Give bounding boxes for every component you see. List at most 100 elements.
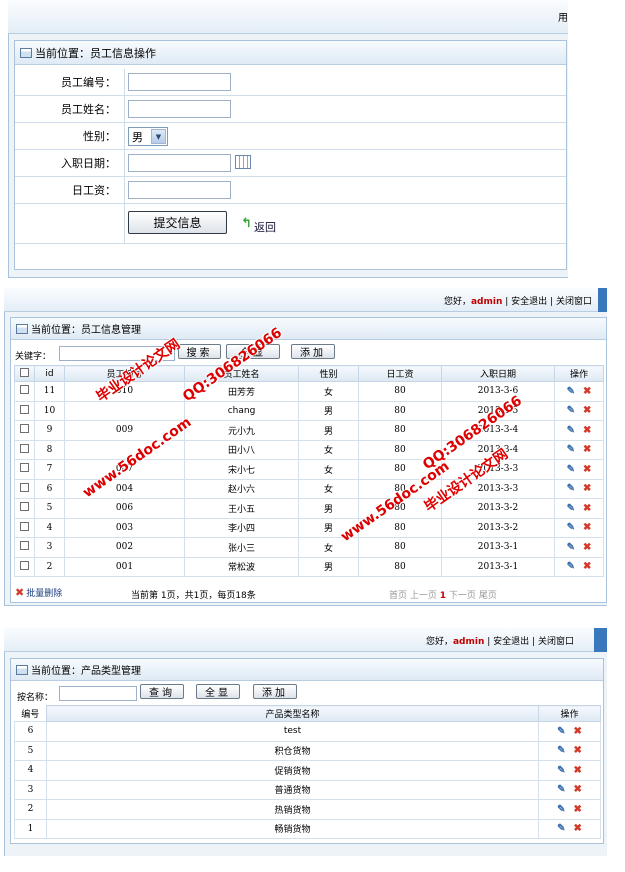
cell-date: 2013-3-1 <box>441 537 555 558</box>
close-window-link[interactable]: 关闭窗口 <box>556 297 592 307</box>
edit-icon[interactable]: ✎ <box>557 784 565 795</box>
cell-wage: 80 <box>358 537 442 558</box>
section1-top-label: 用 <box>558 13 568 24</box>
logout-link[interactable]: 安全退出 <box>511 297 547 307</box>
row-checkbox[interactable] <box>20 424 29 434</box>
edit-icon[interactable]: ✎ <box>567 464 575 475</box>
submit-button[interactable]: 提交信息 <box>128 211 227 234</box>
back-link[interactable]: 返回 <box>254 219 276 235</box>
top-links: 您好，admin | 安全退出 | 关闭窗口 <box>426 634 574 647</box>
cell-wage: 80 <box>358 556 442 577</box>
edit-icon[interactable]: ✎ <box>567 425 575 436</box>
edit-icon[interactable]: ✎ <box>567 503 575 514</box>
delete-icon[interactable]: ✖ <box>574 726 582 737</box>
edit-icon[interactable]: ✎ <box>557 765 565 776</box>
edit-icon[interactable]: ✎ <box>567 522 575 533</box>
delete-icon[interactable]: ✖ <box>583 464 591 475</box>
delete-icon[interactable]: ✖ <box>583 542 591 553</box>
row-select-cell <box>14 439 35 460</box>
row-checkbox[interactable] <box>20 482 29 492</box>
cell-actions: ✎ ✖ <box>538 799 601 820</box>
show-all-button[interactable]: 全显 <box>196 684 240 699</box>
edit-icon[interactable]: ✎ <box>557 745 565 756</box>
section1-title-bar: 当前位置：员工信息操作 <box>15 41 566 65</box>
delete-icon[interactable]: ✖ <box>574 765 582 776</box>
delete-icon[interactable]: ✖ <box>574 804 582 815</box>
cell-actions: ✎ ✖ <box>554 498 604 519</box>
cell-type-name: 畅销货物 <box>46 818 539 839</box>
add-button[interactable]: 添加 <box>291 344 335 359</box>
cell-emp-no: 003 <box>64 517 185 538</box>
sex-select[interactable]: 男 ▼ <box>128 127 168 146</box>
col-type-name: 产品类型名称 <box>46 705 539 722</box>
edit-icon[interactable]: ✎ <box>567 561 575 572</box>
edit-icon[interactable]: ✎ <box>557 726 565 737</box>
pager-next[interactable]: 下一页 <box>449 591 476 601</box>
cell-emp-name: 王小五 <box>184 498 299 519</box>
edit-icon[interactable]: ✎ <box>557 823 565 834</box>
delete-icon[interactable]: ✖ <box>574 823 582 834</box>
back-arrow-icon[interactable]: ↰ <box>241 216 252 231</box>
add-button[interactable]: 添加 <box>253 684 297 699</box>
cell-actions: ✎ ✖ <box>554 478 604 499</box>
col-actions: 操作 <box>554 365 604 382</box>
cell-wage: 80 <box>358 420 442 441</box>
col-date: 入职日期 <box>441 365 555 382</box>
row-checkbox[interactable] <box>20 541 29 551</box>
delete-icon[interactable]: ✖ <box>583 425 591 436</box>
label-sex: 性别： <box>15 123 125 149</box>
row-checkbox[interactable] <box>20 385 29 395</box>
row-checkbox[interactable] <box>20 404 29 414</box>
pager-last[interactable]: 尾页 <box>479 591 497 601</box>
query-button[interactable]: 查询 <box>140 684 184 699</box>
pager-prev[interactable]: 上一页 <box>410 591 437 601</box>
wage-input[interactable] <box>128 181 231 199</box>
delete-icon[interactable]: ✖ <box>583 386 591 397</box>
table-row: 2 001 常松波男 80 2013-3-1 ✎ ✖ <box>14 556 604 577</box>
keyword-label: 关键字： <box>15 352 52 362</box>
table-header-row: 编号 产品类型名称 操作 <box>15 705 601 722</box>
calendar-icon[interactable] <box>235 155 251 169</box>
cell-id: 2 <box>34 556 65 577</box>
edit-icon[interactable]: ✎ <box>557 804 565 815</box>
form-row-date: 入职日期： <box>15 150 566 177</box>
edit-icon[interactable]: ✎ <box>567 444 575 455</box>
close-window-link[interactable]: 关闭窗口 <box>538 637 574 647</box>
delete-icon[interactable]: ✖ <box>583 483 591 494</box>
delete-icon[interactable]: ✖ <box>583 561 591 572</box>
page-icon <box>16 664 28 675</box>
delete-icon[interactable]: ✖ <box>583 522 591 533</box>
emp-name-input[interactable] <box>128 100 231 118</box>
edit-icon[interactable]: ✎ <box>567 386 575 397</box>
date-input[interactable] <box>128 154 231 172</box>
cell-date: 2013-3-2 <box>441 498 555 519</box>
delete-icon[interactable]: ✖ <box>574 745 582 756</box>
pager-first[interactable]: 首页 <box>389 591 407 601</box>
edit-icon[interactable]: ✎ <box>567 542 575 553</box>
emp-no-input[interactable] <box>128 73 231 91</box>
delete-icon[interactable]: ✖ <box>583 503 591 514</box>
row-checkbox[interactable] <box>20 443 29 453</box>
row-checkbox[interactable] <box>20 502 29 512</box>
delete-icon[interactable]: ✖ <box>583 444 591 455</box>
batch-delete[interactable]: ✖ 批量删除 <box>15 586 62 599</box>
edit-icon[interactable]: ✎ <box>567 483 575 494</box>
search-button[interactable]: 搜索 <box>178 344 221 359</box>
section1-title: 当前位置：员工信息操作 <box>35 46 156 60</box>
row-checkbox[interactable] <box>20 560 29 570</box>
form-row-name: 员工姓名： <box>15 96 566 123</box>
batch-delete-icon: ✖ <box>15 586 25 599</box>
cell-actions: ✎ ✖ <box>554 517 604 538</box>
row-checkbox[interactable] <box>20 463 29 473</box>
delete-icon[interactable]: ✖ <box>574 784 582 795</box>
edit-icon[interactable]: ✎ <box>567 405 575 416</box>
section1-panel: 当前位置：员工信息操作 员工编号： 员工姓名： 性别： 男 ▼ 入职日期： 日工… <box>14 40 567 270</box>
name-filter-input[interactable] <box>59 686 137 701</box>
logout-link[interactable]: 安全退出 <box>493 637 529 647</box>
product-type-table-wrap: 编号 产品类型名称 操作 6 test ✎ ✖ 5 积仓货物 ✎ ✖ 4 促销货物 ✎ ✖ 3 普通货物 ✎… <box>14 705 601 839</box>
delete-icon[interactable]: ✖ <box>583 405 591 416</box>
section2-title-bar: 当前位置：员工信息管理 <box>11 318 606 340</box>
sex-select-value: 男 <box>132 130 143 144</box>
row-checkbox[interactable] <box>20 521 29 531</box>
select-all-checkbox[interactable] <box>20 367 29 377</box>
